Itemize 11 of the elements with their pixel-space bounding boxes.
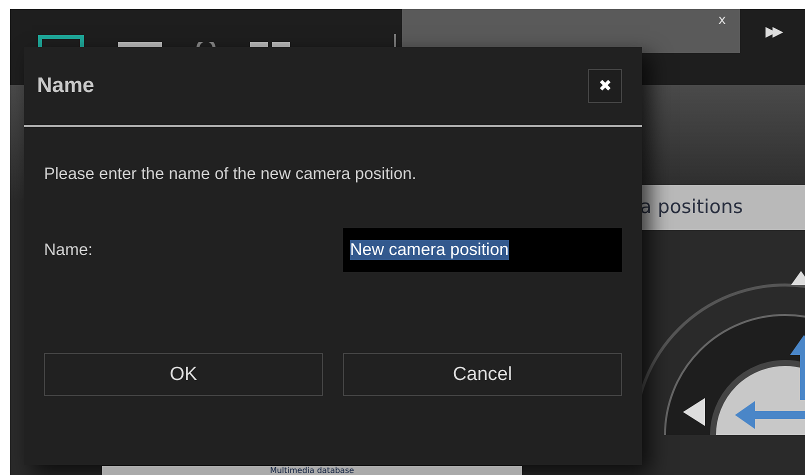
field-label: Name: (44, 240, 93, 260)
name-field[interactable]: New camera position (343, 228, 622, 272)
message-text: Please enter the name of the new camera position. (44, 165, 418, 184)
field-value: New camera position (350, 240, 509, 260)
dialog-button[interactable]: OK (44, 353, 323, 396)
bracket-icon[interactable] (38, 34, 84, 48)
list-item[interactable]: Multimedia database (102, 466, 522, 475)
close-button[interactable]: ✖ (588, 69, 622, 103)
tab-close[interactable]: x (718, 13, 726, 28)
dialog-button[interactable]: Cancel (343, 353, 622, 396)
dialog-title: Name (37, 74, 94, 98)
